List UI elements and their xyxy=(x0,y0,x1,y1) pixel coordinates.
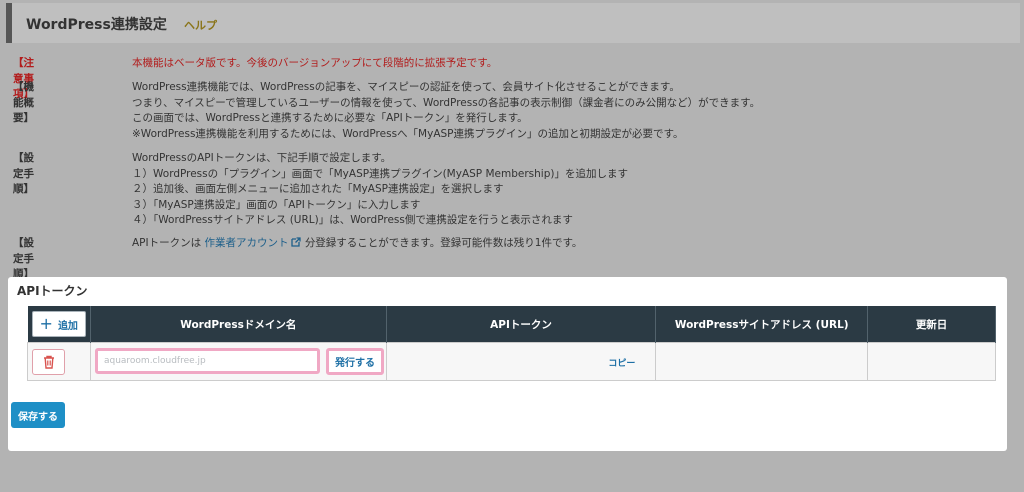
overview-line: ※WordPress連携機能を利用するためには、WordPressへ「MyASP… xyxy=(132,127,684,140)
add-button-label: 追加 xyxy=(57,320,78,332)
caution-text: 本機能はベータ版です。今後のバージョンアップにて段階的に拡張予定です。 xyxy=(132,57,498,69)
updated-cell xyxy=(867,342,996,381)
steps-line: ２）追加後、画面左側メニューに追加された「MyASP連携設定」を選択します xyxy=(132,183,504,195)
table-header-row: + 追加 WordPressドメイン名 APIトークン WordPressサイト… xyxy=(27,306,996,343)
api-token-card: APIトークン + 追加 WordPressドメイン名 APIトークン Word… xyxy=(8,277,1007,451)
domain-input[interactable] xyxy=(94,348,320,374)
issue-token-button[interactable]: 発行する xyxy=(325,348,384,375)
plus-icon: + xyxy=(39,314,53,333)
steps-line: １）WordPressの「プラグイン」画面で「MyASP連携プラグイン(MyAS… xyxy=(132,167,628,180)
steps-line: ３）「MyASP連携設定」画面の「APIトークン」に入力します xyxy=(132,198,421,211)
trash-icon xyxy=(43,355,54,369)
column-header-api-token: APIトークン xyxy=(386,306,657,343)
steps2-post: 分登録することができます。登録可能件数は残り1件です。 xyxy=(304,237,583,249)
overview-line: WordPress連携機能では、WordPressの記事を、マイスピーの認証を使… xyxy=(132,81,680,93)
steps2-pre: APIトークンは xyxy=(132,237,202,249)
page-title: WordPress連携設定 xyxy=(26,17,167,33)
delete-cell xyxy=(27,342,91,381)
steps-line: WordPressのAPIトークンは、下記手順で設定します。 xyxy=(132,152,392,164)
api-token-cell: コピー xyxy=(385,342,657,381)
steps2-text: APIトークンは 作業者アカウント 分登録することができます。登録可能件数は残り… xyxy=(132,236,582,252)
copy-button[interactable]: コピー xyxy=(608,356,635,369)
steps-line: ４）「WordPressサイトアドレス (URL)」は、WordPress側で連… xyxy=(132,214,573,226)
column-header-site-address: WordPressサイトアドレス (URL) xyxy=(655,306,869,343)
overview-label: 【機能概要】 xyxy=(13,81,34,124)
site-address-cell xyxy=(655,342,869,381)
operator-account-link[interactable]: 作業者アカウント xyxy=(204,237,288,249)
page-header: WordPress連携設定 ヘルプ xyxy=(6,3,1020,43)
steps-label: 【設定手順】 xyxy=(13,152,34,195)
external-link-icon xyxy=(291,237,302,247)
overview-line: つまり、マイスピーで管理しているユーザーの情報を使って、WordPressの各記… xyxy=(132,96,761,109)
delete-button[interactable] xyxy=(32,349,65,375)
add-button[interactable]: + 追加 xyxy=(31,311,86,337)
card-title: APIトークン xyxy=(17,284,88,298)
add-column-header: + 追加 xyxy=(27,306,91,343)
overview-line: この画面では、WordPressと連携するために必要な「APIトークン」を発行し… xyxy=(132,112,528,124)
api-token-table: + 追加 WordPressドメイン名 APIトークン WordPressサイト… xyxy=(27,306,996,381)
column-header-domain: WordPressドメイン名 xyxy=(90,306,387,343)
help-link[interactable]: ヘルプ xyxy=(184,17,217,33)
steps2-label: 【設定手順】 xyxy=(13,237,34,280)
table-row: 発行する コピー xyxy=(27,342,996,381)
column-header-updated: 更新日 xyxy=(867,306,996,343)
domain-cell: 発行する xyxy=(89,342,387,381)
save-button[interactable]: 保存する xyxy=(11,402,65,428)
